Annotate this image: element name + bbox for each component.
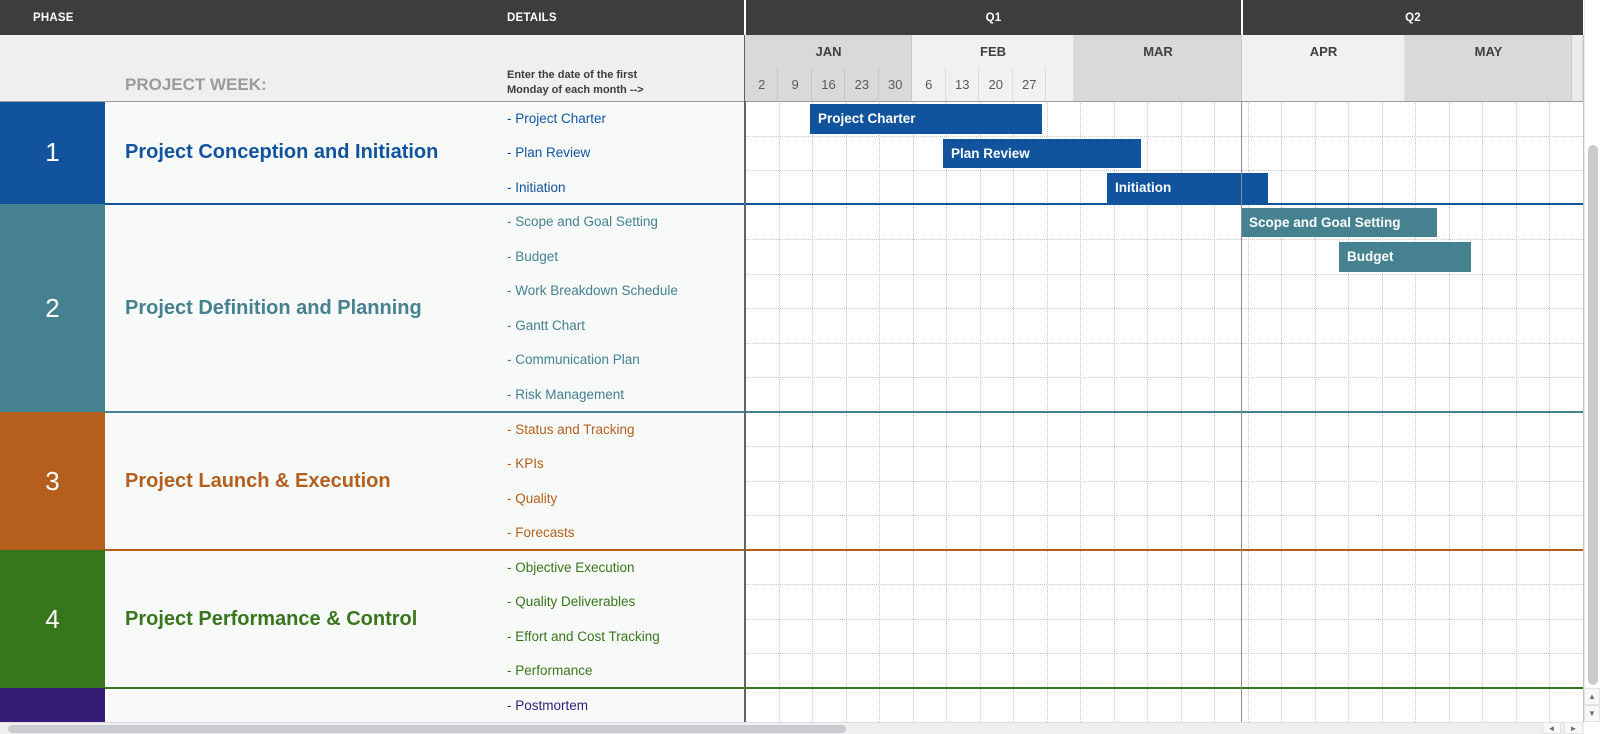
week-cell: 23 (845, 68, 878, 101)
detail-item: - Performance (507, 654, 593, 689)
gantt-bar-project-charter[interactable]: Project Charter (810, 104, 1042, 134)
week-cell: 20 (979, 68, 1013, 101)
horizontal-scrollbar-thumb[interactable] (8, 725, 846, 733)
detail-item: - Risk Management (507, 377, 624, 412)
scroll-down-button[interactable]: ▼ (1584, 705, 1600, 722)
gantt-bar-scope-and-goal-setting[interactable]: Scope and Goal Setting (1241, 208, 1437, 238)
month-cell-jan: JAN (745, 35, 912, 68)
month-cell-mar: MAR (1074, 35, 1242, 68)
detail-item: - Work Breakdown Schedule (507, 274, 678, 309)
project-week-label: PROJECT WEEK: (125, 75, 267, 95)
detail-item: - Scope and Goal Setting (507, 205, 658, 240)
row-gridline (745, 481, 1583, 482)
timeline-left-border (744, 35, 746, 722)
row-gridline (745, 239, 1583, 240)
phase-1-title: Project Conception and Initiation (125, 101, 438, 204)
gantt-bar-initiation[interactable]: Initiation (1107, 173, 1268, 203)
q1-header: Q1 (746, 0, 1241, 35)
detail-item: - Objective Execution (507, 550, 635, 585)
enter-date-note-line2: Monday of each month --> (507, 83, 644, 98)
scroll-up-button[interactable]: ▲ (1584, 688, 1600, 705)
week-cell: 16 (812, 68, 845, 101)
detail-item: - KPIs (507, 446, 544, 481)
week-cell: 30 (879, 68, 912, 101)
row-gridline (745, 170, 1583, 171)
row-gridline (745, 619, 1583, 620)
q2-header: Q2 (1243, 0, 1583, 35)
phase-2-number: 2 (45, 293, 59, 324)
row-gridline (745, 274, 1583, 275)
subheader-left-panel: PROJECT WEEK: Enter the date of the firs… (0, 35, 744, 101)
week-row-mar-bg (1074, 68, 1242, 101)
detail-item: - Initiation (507, 170, 566, 205)
row-gridline (745, 515, 1583, 516)
month-cell-apr: APR (1242, 35, 1405, 68)
table-header-left: PHASE DETAILS (0, 0, 744, 35)
phase-1-block: 1 (0, 101, 107, 204)
detail-item: - Postmortem (507, 688, 588, 723)
month-cell-may: MAY (1405, 35, 1572, 68)
month-cell-overflow (1572, 35, 1583, 68)
phase-2-block: 2 (0, 204, 107, 412)
week-cell: 6 (912, 68, 946, 101)
detail-item: - Project Charter (507, 101, 606, 136)
week-row-may-bg (1405, 68, 1572, 101)
detail-item: - Gantt Chart (507, 308, 585, 343)
phase-4-title: Project Performance & Control (125, 550, 417, 688)
enter-date-note-line1: Enter the date of the first (507, 68, 644, 83)
phase-1-2-separator (105, 203, 1583, 206)
detail-item: - Communication Plan (507, 343, 640, 378)
phase-2-3-separator (105, 411, 1583, 414)
scroll-down-icon: ▼ (1588, 709, 1596, 718)
gantt-sheet: PHASE DETAILS Q1 Q2 PROJECT WEEK: Enter … (0, 0, 1600, 734)
gantt-bar-budget[interactable]: Budget (1339, 242, 1471, 272)
phase-4-block: 4 (0, 550, 107, 688)
phase-4-number: 4 (45, 604, 59, 635)
row-gridline (745, 377, 1583, 378)
detail-item: - Quality Deliverables (507, 585, 635, 620)
week-cell: 27 (1013, 68, 1047, 101)
phase-3-number: 3 (45, 466, 59, 497)
q1-q2-divider (1241, 35, 1242, 722)
phase-3-title: Project Launch & Execution (125, 412, 391, 550)
week-row-overflow-bg (1572, 68, 1583, 101)
phase-1-number: 1 (45, 137, 59, 168)
detail-item: - Quality (507, 481, 557, 516)
detail-item: - Status and Tracking (507, 412, 635, 447)
scroll-right-icon: ► (1570, 724, 1578, 733)
detail-item: - Effort and Cost Tracking (507, 619, 660, 654)
week-cell: 2 (745, 68, 778, 101)
detail-item: - Plan Review (507, 136, 590, 171)
row-gridline (745, 136, 1583, 137)
phase-3-block: 3 (0, 412, 107, 550)
phase-2-title: Project Definition and Planning (125, 204, 422, 412)
gantt-bar-plan-review[interactable]: Plan Review (943, 139, 1141, 169)
month-cell-feb: FEB (912, 35, 1074, 68)
row-gridline (745, 308, 1583, 309)
detail-item: - Forecasts (507, 515, 575, 550)
row-gridline (745, 584, 1583, 585)
detail-item: - Budget (507, 239, 558, 274)
scroll-up-icon: ▲ (1588, 692, 1596, 701)
week-row-apr-bg (1242, 68, 1405, 101)
phase-5-block (0, 688, 107, 722)
scroll-left-button[interactable]: ◄ (1542, 722, 1561, 734)
phase-column-header: PHASE (33, 12, 74, 24)
details-column-header: DETAILS (507, 12, 557, 24)
week-cell: 9 (778, 68, 811, 101)
row-gridline (745, 343, 1583, 344)
phase-4-5-separator (105, 687, 1583, 690)
week-cell: 13 (946, 68, 980, 101)
scroll-right-button[interactable]: ► (1564, 722, 1583, 734)
scroll-left-icon: ◄ (1548, 724, 1556, 733)
vertical-scrollbar-thumb[interactable] (1588, 145, 1598, 685)
phase-3-4-separator (105, 549, 1583, 552)
row-gridline (745, 653, 1583, 654)
scrollbar-corner (1584, 722, 1600, 734)
enter-date-note: Enter the date of the first Monday of ea… (507, 68, 644, 98)
row-gridline (745, 446, 1583, 447)
